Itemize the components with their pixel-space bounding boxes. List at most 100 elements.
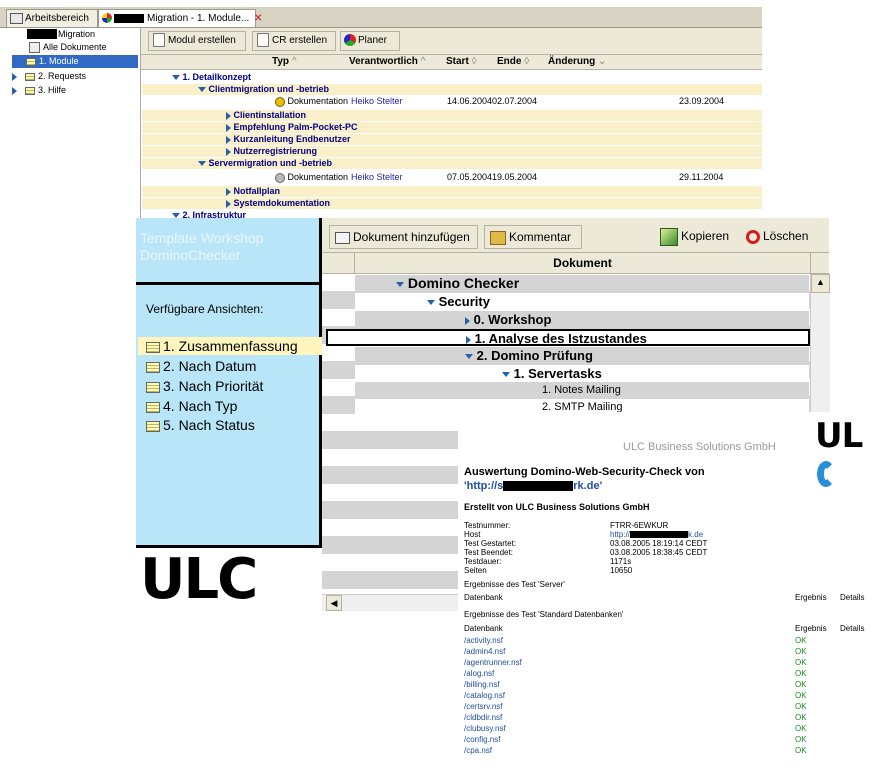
documents-icon <box>29 42 40 54</box>
redacted-block <box>27 29 57 39</box>
col-start[interactable]: Start ◊ <box>446 55 477 69</box>
loeschen-button[interactable]: Löschen <box>746 225 826 247</box>
database-link[interactable]: /catalog.nsf <box>464 691 505 700</box>
cr-erstellen-button[interactable]: CR erstellen <box>252 31 336 51</box>
col-ergebnis: Ergebnis <box>795 624 827 633</box>
table-row[interactable]: Empfehlung Palm-Pocket-PC <box>142 122 762 133</box>
col-typ[interactable]: Typ ^ <box>272 55 297 69</box>
expand-icon[interactable] <box>226 199 231 208</box>
list-item[interactable]: 0. Workshop <box>355 311 809 328</box>
table-row[interactable]: Nutzerregistrierung <box>142 146 762 157</box>
section-server: Ergebnisse des Test 'Server' <box>464 580 565 589</box>
view-icon <box>146 420 160 432</box>
planer-button[interactable]: Planer <box>340 31 400 51</box>
table-row[interactable]: Notfallplan <box>142 186 762 197</box>
col-dokument[interactable]: Dokument <box>355 253 810 273</box>
table-row[interactable]: Servermigration und -betrieb <box>142 158 762 169</box>
tab-arbeitsbereich[interactable]: Arbeitsbereich <box>6 9 98 27</box>
list-item[interactable]: Domino Checker <box>355 275 809 292</box>
close-tab-icon[interactable]: ✕ <box>254 13 262 24</box>
sort-icon: ⌄ <box>598 56 607 67</box>
scroll-up-icon[interactable]: ▲ <box>811 274 830 293</box>
view-zusammenfassung[interactable]: 1. Zusammenfassung <box>138 337 328 355</box>
view-nach-prioritaet[interactable]: 3. Nach Priorität <box>146 377 263 395</box>
list-item[interactable]: 1. Servertasks <box>355 365 809 382</box>
table-row[interactable]: Dokumentation Heiko Stelter 07.05.2004 1… <box>142 172 762 183</box>
sidebar-item-hilfe[interactable]: 3. Hilfe <box>12 84 66 97</box>
view-nach-typ[interactable]: 4. Nach Typ <box>146 397 237 415</box>
collapse-icon[interactable] <box>198 87 206 93</box>
expand-icon[interactable] <box>12 72 17 81</box>
collapse-icon[interactable] <box>172 75 180 81</box>
table-row[interactable]: Systemdokumentation <box>142 198 762 209</box>
database-link[interactable]: /cpa.nsf <box>464 746 492 755</box>
result-ok: OK <box>795 724 807 733</box>
dokument-hinzufuegen-button[interactable]: Dokument hinzufügen <box>329 225 478 249</box>
table-row[interactable]: Clientmigration und -betrieb <box>142 84 762 95</box>
view-nach-status[interactable]: 5. Nach Status <box>146 416 255 434</box>
table-row[interactable]: 1. Detailkonzept <box>142 72 762 83</box>
view-nach-datum[interactable]: 2. Nach Datum <box>146 357 256 375</box>
horizontal-scrollbar[interactable]: ◀ <box>322 594 462 611</box>
result-ok: OK <box>795 647 807 656</box>
collapse-icon[interactable] <box>427 300 435 306</box>
kommentar-button[interactable]: Kommentar <box>484 225 582 249</box>
column-header: Typ ^ Verantwortlich ^ Start ◊ Ende ◊ Än… <box>141 55 762 70</box>
view-icon <box>146 361 160 373</box>
database-link[interactable]: /cldbdir.nsf <box>464 713 502 722</box>
col-verantwortlich[interactable]: Verantwortlich ^ <box>349 55 425 69</box>
result-ok: OK <box>795 746 807 755</box>
report-url[interactable]: 'http://s rk.de' <box>464 480 602 492</box>
database-link[interactable]: /certsrv.nsf <box>464 702 503 711</box>
database-link[interactable]: /admin4.nsf <box>464 647 505 656</box>
modul-erstellen-button[interactable]: Modul erstellen <box>148 31 246 51</box>
collapse-icon[interactable] <box>396 281 404 287</box>
expand-icon[interactable] <box>226 111 231 120</box>
result-ok: OK <box>795 691 807 700</box>
database-link[interactable]: /alog.nsf <box>464 669 494 678</box>
collapse-icon[interactable] <box>465 354 473 360</box>
sort-icon: ◊ <box>471 56 477 67</box>
col-ende[interactable]: Ende ◊ <box>497 55 529 69</box>
expand-icon[interactable] <box>226 135 231 144</box>
table-row[interactable]: Clientinstallation <box>142 110 762 121</box>
col-details: Details <box>840 624 865 633</box>
sidebar-item-alle-dokumente[interactable]: Alle Dokumente <box>29 41 107 54</box>
tab-migration[interactable]: Migration - 1. Module... ✕ <box>98 9 262 27</box>
expand-icon[interactable] <box>12 86 17 95</box>
list-item[interactable]: 1. Analyse des Istzustandes <box>326 329 810 346</box>
sidebar-item-migration[interactable]: Migration <box>58 28 95 41</box>
kopieren-button[interactable]: Kopieren <box>660 225 738 247</box>
host-link[interactable]: http://k.de <box>610 530 703 539</box>
col-aenderung[interactable]: Änderung ⌄ <box>548 55 606 69</box>
database-link[interactable]: /billing.nsf <box>464 680 500 689</box>
sort-icon: ◊ <box>524 56 530 67</box>
table-row[interactable]: Kurzanleitung Endbenutzer <box>142 134 762 145</box>
database-link[interactable]: /activity.nsf <box>464 636 503 645</box>
database-link[interactable]: /config.nsf <box>464 735 500 744</box>
list-item[interactable]: 1. Notes Mailing <box>355 382 809 399</box>
collapse-icon[interactable] <box>502 372 510 378</box>
expand-icon[interactable] <box>226 147 231 156</box>
view-icon <box>26 57 36 66</box>
scroll-left-icon[interactable]: ◀ <box>326 595 342 611</box>
sort-icon: ^ <box>420 56 426 67</box>
col-datenbank: Datenbank <box>464 624 503 633</box>
list-item[interactable]: 2. Domino Prüfung <box>355 347 809 364</box>
result-ok: OK <box>795 713 807 722</box>
views-heading: Verfügbare Ansichten: <box>146 302 264 316</box>
database-link[interactable]: /clubusy.nsf <box>464 724 506 733</box>
table-row[interactable]: Dokumentation Heiko Stelter 14.06.2004 0… <box>142 96 762 107</box>
database-icon <box>102 13 112 24</box>
logo-panel: ULC <box>136 548 322 610</box>
expand-icon[interactable] <box>466 335 471 344</box>
sidebar-item-module[interactable]: 1. Module <box>12 55 138 68</box>
list-item[interactable]: Security <box>355 293 809 310</box>
collapse-icon[interactable] <box>198 161 206 167</box>
expand-icon[interactable] <box>226 123 231 132</box>
sidebar-item-requests[interactable]: 2. Requests <box>12 70 86 83</box>
expand-icon[interactable] <box>226 187 231 196</box>
expand-icon[interactable] <box>465 316 470 325</box>
result-ok: OK <box>795 669 807 678</box>
database-link[interactable]: /agentrunner.nsf <box>464 658 522 667</box>
